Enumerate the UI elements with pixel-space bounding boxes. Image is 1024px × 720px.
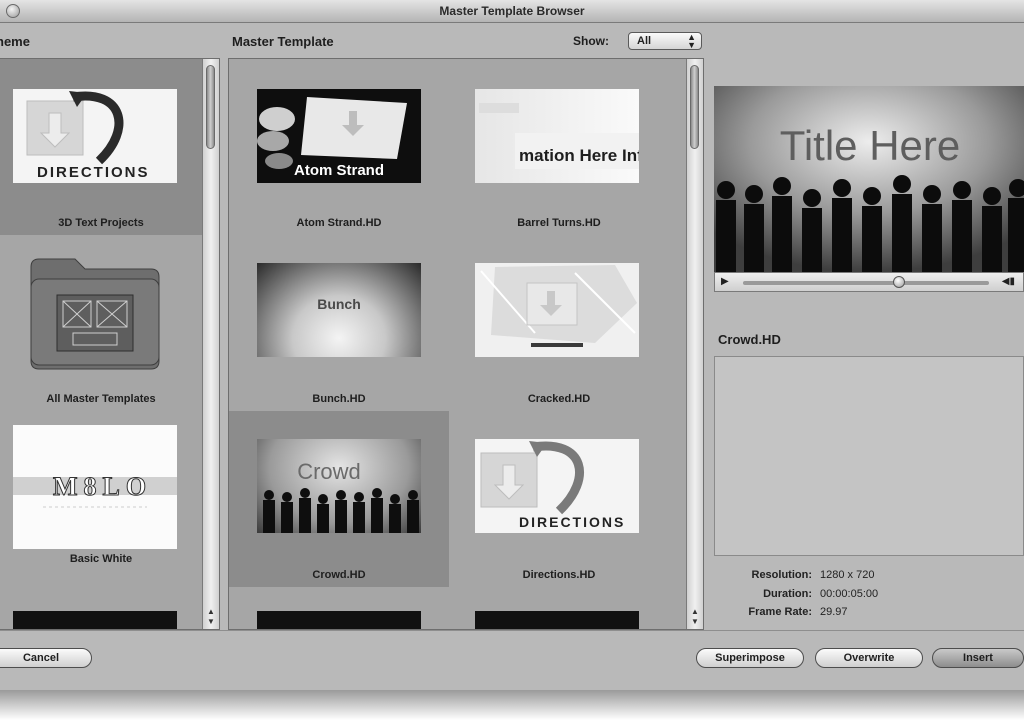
thumbnail-caption: Bunch (317, 296, 361, 312)
template-label: Bunch.HD (312, 393, 366, 405)
template-label: Crowd.HD (312, 569, 366, 581)
overwrite-button[interactable]: Overwrite (815, 648, 923, 668)
title-bar: Master Template Browser (0, 0, 1024, 23)
cancel-button[interactable]: Cancel (0, 648, 92, 668)
preview-transport-bar: ▶ ◀▮ (714, 272, 1024, 292)
theme-label: 3D Text Projects (58, 217, 144, 229)
superimpose-button[interactable]: Superimpose (696, 648, 804, 668)
scroll-arrows-icon[interactable]: ▲ ▼ (203, 607, 219, 627)
folder-icon (27, 251, 163, 371)
template-thumbnail: Crowd (257, 439, 421, 533)
framerate-label: Frame Rate: (748, 606, 812, 618)
window-title: Master Template Browser (439, 4, 585, 18)
duration-value: 00:00:05:00 (820, 588, 879, 600)
thumbnail-caption: Atom Strand (294, 162, 384, 179)
resolution-value: 1280 x 720 (820, 569, 875, 581)
template-preview: Title Here (714, 86, 1024, 272)
thumbnail-caption: DIRECTIONS (519, 514, 625, 530)
theme-label: Basic White (69, 553, 133, 565)
template-tile-directions[interactable]: DIRECTIONS Directions.HD (449, 411, 669, 587)
select-arrows-icon: ▲ ▼ (687, 32, 696, 50)
play-icon[interactable]: ▶ (721, 276, 729, 287)
template-thumbnail: mation Here Info (475, 89, 639, 183)
theme-tile-3d-text-projects[interactable]: DIRECTIONS 3D Text Projects (0, 59, 203, 235)
directions-art-text: DIRECTIONS (37, 164, 150, 181)
playhead-track[interactable] (743, 276, 989, 288)
theme-panel-header: heme (0, 34, 30, 49)
template-thumbnail-partial[interactable] (475, 611, 639, 629)
template-tile-atom-strand[interactable]: Atom Strand Atom Strand.HD (229, 59, 449, 235)
theme-thumbnail: DIRECTIONS (13, 89, 177, 183)
template-thumbnail (475, 263, 639, 357)
playhead-handle[interactable] (893, 276, 905, 288)
thumbnail-caption: Crowd (297, 459, 361, 484)
theme-tile-basic-white[interactable]: M8LO Basic White (0, 411, 203, 587)
template-tile-cracked[interactable]: Cracked.HD (449, 235, 669, 411)
template-label: Directions.HD (522, 569, 596, 581)
template-tile-bunch[interactable]: Bunch Bunch.HD (229, 235, 449, 411)
theme-label: All Master Templates (46, 393, 156, 405)
theme-thumbnail-partial[interactable] (13, 611, 177, 629)
template-thumbnail: Atom Strand (257, 89, 421, 183)
template-grid-panel: Atom Strand Atom Strand.HD mation Here I… (228, 58, 704, 630)
selected-template-name: Crowd.HD (718, 332, 781, 347)
template-thumbnail: DIRECTIONS (475, 439, 639, 533)
master-template-browser-window: Master Template Browser heme Master Temp… (0, 0, 1024, 690)
footer-divider (0, 630, 1024, 631)
molo-art-text: M8LO (53, 472, 152, 501)
theme-list-scrollbar[interactable]: ▲ ▼ (202, 59, 219, 629)
duration-label: Duration: (763, 588, 812, 600)
template-description-box (714, 356, 1024, 556)
template-label: Cracked.HD (527, 393, 591, 405)
template-thumbnail-partial[interactable] (257, 611, 421, 629)
volume-icon[interactable]: ◀▮ (1002, 276, 1015, 287)
theme-list-panel: DIRECTIONS 3D Text Projects All Master T… (0, 58, 220, 630)
insert-button[interactable]: Insert (932, 648, 1024, 668)
show-filter-select[interactable]: All ▲ ▼ (628, 32, 702, 50)
template-label: Barrel Turns.HD (517, 217, 601, 229)
framerate-value: 29.97 (820, 606, 848, 618)
preview-title-text: Title Here (780, 122, 961, 169)
template-thumbnail: Bunch (257, 263, 421, 357)
scroll-thumb[interactable] (206, 65, 215, 149)
template-tile-crowd[interactable]: Crowd Crowd.HD (229, 411, 449, 587)
show-filter-label: Show: (573, 34, 609, 48)
window-shadow (0, 690, 1024, 720)
template-tile-barrel-turns[interactable]: mation Here Info Barrel Turns.HD (449, 59, 669, 235)
template-grid-scrollbar[interactable]: ▲ ▼ (686, 59, 703, 629)
template-label: Atom Strand.HD (296, 217, 382, 229)
theme-tile-all-master-templates[interactable]: All Master Templates (0, 235, 203, 411)
template-panel-header: Master Template (232, 34, 334, 49)
theme-thumbnail: M8LO (13, 425, 177, 549)
thumbnail-caption: mation Here Info (519, 146, 639, 165)
scroll-arrows-icon[interactable]: ▲ ▼ (687, 607, 703, 627)
scroll-thumb[interactable] (690, 65, 699, 149)
show-filter-value: All (637, 35, 652, 47)
resolution-label: Resolution: (751, 569, 813, 581)
